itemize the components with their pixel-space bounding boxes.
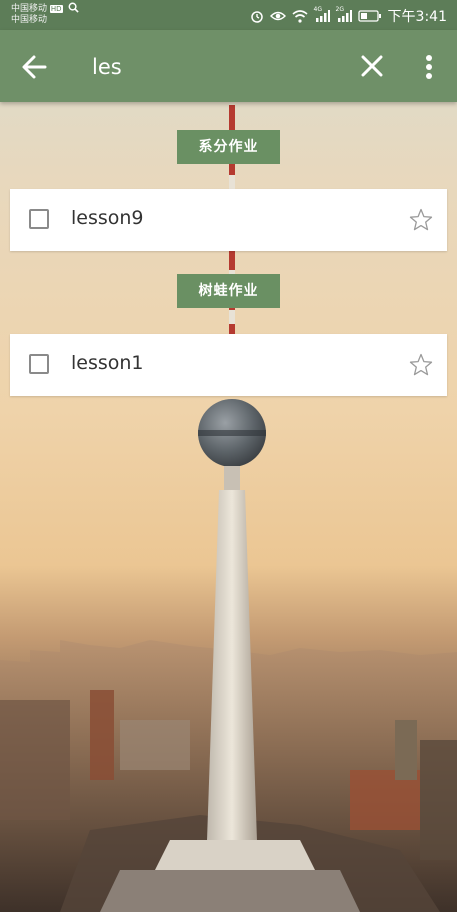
search-input[interactable] <box>90 48 334 86</box>
item-title: lesson1 <box>71 352 144 374</box>
close-icon[interactable] <box>358 52 386 80</box>
battery-icon <box>357 10 381 22</box>
group-header: 系分作业 <box>177 130 280 164</box>
carrier-2-label: 中国移动 <box>11 15 48 25</box>
clock: 下午3:41 <box>387 9 447 25</box>
star-icon[interactable] <box>409 353 433 377</box>
network-1-label: 4G <box>313 6 323 13</box>
eye-icon <box>269 11 286 21</box>
item-title: lesson9 <box>71 207 144 229</box>
search-app-bar <box>0 30 457 102</box>
list-item[interactable]: lesson1 <box>10 334 447 396</box>
carrier-1-label: 中国移动 <box>11 4 48 14</box>
status-bar: 中国移动 HD 中国移动 4G 2G 下午3:41 <box>0 0 457 30</box>
arrow-left-icon[interactable] <box>20 52 50 82</box>
search-icon <box>68 2 80 13</box>
item-checkbox[interactable] <box>29 354 49 374</box>
group-header: 树蛙作业 <box>177 274 280 308</box>
wifi-icon <box>292 9 308 23</box>
item-checkbox[interactable] <box>29 209 49 229</box>
more-vert-icon[interactable] <box>418 52 440 82</box>
star-icon[interactable] <box>409 208 433 232</box>
alarm-icon <box>250 11 263 23</box>
list-item[interactable]: lesson9 <box>10 189 447 251</box>
network-2-label: 2G <box>335 6 345 13</box>
hd-badge: HD <box>49 5 63 13</box>
carrier-info: 中国移动 HD 中国移动 <box>11 2 80 26</box>
